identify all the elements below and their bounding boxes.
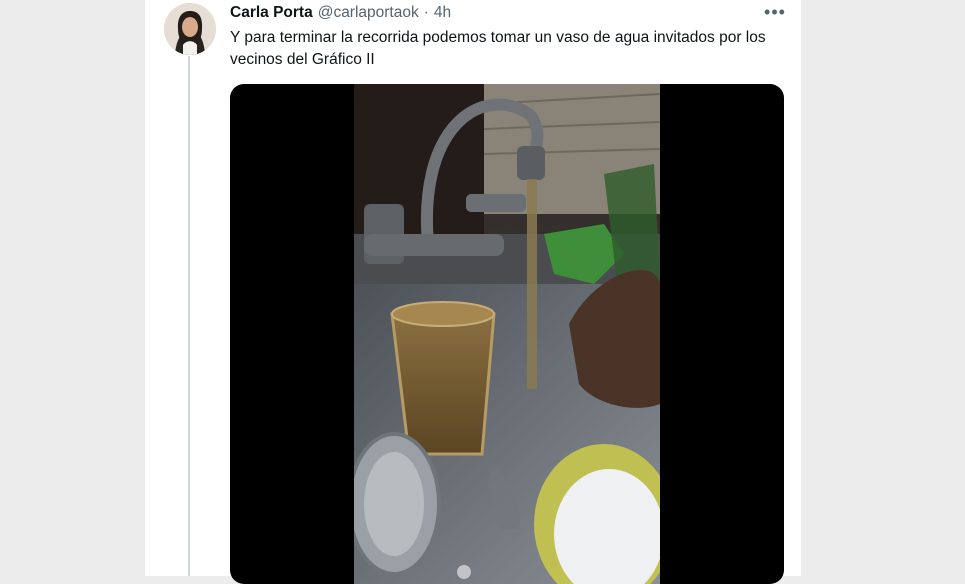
tweet-timestamp[interactable]: 4h — [434, 4, 451, 22]
thread-connector-line — [188, 56, 190, 576]
author-handle[interactable]: @carlaportaok — [318, 4, 419, 22]
video-frame-image — [354, 84, 660, 584]
tweet-header: Carla Porta @carlaportaok · 4h — [230, 3, 451, 23]
tweet-text: Y para terminar la recorrida podemos tom… — [230, 29, 766, 68]
avatar-image — [164, 3, 216, 55]
video-progress-indicator[interactable] — [457, 565, 471, 579]
more-options-button[interactable]: ••• — [760, 0, 790, 24]
tweet-video[interactable] — [230, 84, 784, 584]
author-name[interactable]: Carla Porta — [230, 4, 313, 22]
separator-dot: · — [423, 4, 429, 21]
more-horizontal-icon: ••• — [764, 1, 786, 22]
author-avatar[interactable] — [164, 3, 216, 55]
